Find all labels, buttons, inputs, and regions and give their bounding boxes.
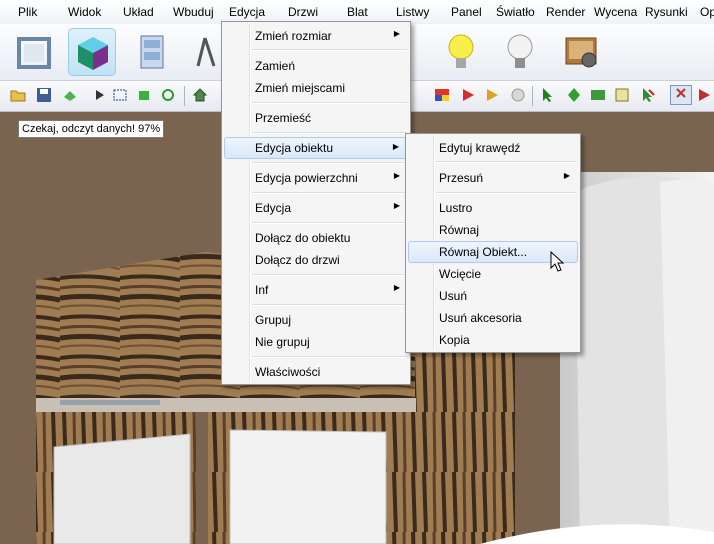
submenu-arrow-icon: ▶ (563, 171, 570, 180)
toolbar-separator (532, 86, 533, 106)
select-box-icon[interactable] (614, 87, 630, 103)
menu-wlasciwosci[interactable]: Właściwości (224, 361, 408, 383)
menu-separator (252, 274, 407, 276)
loading-tooltip: Czekaj, odczyt danych! 97% (18, 120, 165, 138)
submenu-rownaj[interactable]: Równaj (408, 219, 578, 241)
menu-separator (252, 162, 407, 164)
submenu-przesun[interactable]: Przesuń ▶ (408, 167, 578, 189)
menu-blat[interactable]: Blat (347, 5, 368, 19)
menu-separator (436, 161, 577, 163)
menu-separator (252, 192, 407, 194)
room-icon (17, 37, 51, 69)
menu-separator (252, 49, 407, 51)
room-button[interactable] (10, 28, 58, 76)
menu-edycja-powierzchni[interactable]: Edycja powierzchni ▶ (224, 167, 408, 189)
render-button[interactable] (558, 28, 606, 76)
flag-multi-icon[interactable] (484, 87, 500, 103)
photo-camera-icon (565, 37, 597, 68)
submenu-lustro[interactable]: Lustro (408, 197, 578, 219)
menu-render[interactable]: Render (546, 5, 585, 19)
flag-end-icon[interactable] (696, 87, 712, 103)
menu-separator (436, 192, 577, 194)
menu-rysunki[interactable]: Rysunki (645, 5, 688, 19)
map-icon[interactable] (590, 87, 606, 103)
diamond-icon[interactable] (566, 87, 582, 103)
menu-wbuduj[interactable]: Wbuduj (173, 5, 214, 19)
submenu-usun-akcesoria[interactable]: Usuń akcesoria (408, 307, 578, 329)
menu-edycja-obiektu[interactable]: Edycja obiektu ▶ (224, 137, 408, 159)
menu-separator (252, 132, 407, 134)
menu-drzwi[interactable]: Drzwi (288, 5, 318, 19)
color-arrow-icon[interactable] (434, 87, 450, 103)
menu-dolacz-do-drzwi[interactable]: Dołącz do drzwi (224, 249, 408, 271)
submenu-arrow-icon: ▶ (393, 201, 400, 210)
toolbar-separator (184, 86, 185, 106)
menu-edycja[interactable]: Edycja (229, 5, 265, 19)
menu-swiatlo[interactable]: Światło (496, 5, 535, 19)
bulb-on-icon (448, 34, 474, 68)
menu-edycja[interactable]: Edycja ▶ (224, 197, 408, 219)
menu-panel[interactable]: Panel (451, 5, 482, 19)
submenu-edycja-obiektu: Edytuj krawędź Przesuń ▶ Lustro Równaj Ró… (405, 133, 581, 353)
pointer-icon[interactable] (540, 87, 556, 103)
menu-przemiesc[interactable]: Przemieść (224, 107, 408, 129)
submenu-arrow-icon: ▶ (393, 283, 400, 292)
menu-inf[interactable]: Inf ▶ (224, 279, 408, 301)
play-icon[interactable] (92, 87, 108, 103)
menu-wycena[interactable]: Wycena (594, 5, 637, 19)
menu-separator (252, 356, 407, 358)
menu-nie-grupuj[interactable]: Nie grupuj (224, 331, 408, 353)
submenu-arrow-icon: ▶ (392, 142, 399, 151)
mouse-cursor-icon (550, 251, 565, 272)
menu-op[interactable]: Op (700, 5, 714, 19)
submenu-edytuj-krawedz[interactable]: Edytuj krawędź (408, 137, 578, 159)
menu-dolacz-do-obiektu[interactable]: Dołącz do obiektu (224, 227, 408, 249)
save-icon[interactable] (36, 87, 52, 103)
cabinet-icon (140, 35, 164, 69)
menu-grupuj[interactable]: Grupuj (224, 309, 408, 331)
context-menu: Zmień rozmiar ▶ Zamień Zmień miejscami Pr… (221, 21, 411, 385)
sphere-icon[interactable] (510, 87, 526, 103)
home-icon[interactable] (192, 87, 208, 103)
select-rect-icon[interactable] (112, 87, 128, 103)
menu-plik[interactable]: Plik (18, 5, 37, 19)
flag-red-icon[interactable] (460, 87, 476, 103)
submenu-arrow-icon: ▶ (393, 171, 400, 180)
menu-separator (252, 222, 407, 224)
cut-icon[interactable] (640, 87, 656, 103)
menu-uklad[interactable]: Układ (123, 5, 154, 19)
pin-icon (676, 88, 686, 98)
rotate-icon[interactable] (160, 87, 176, 103)
compass-icon (196, 37, 216, 67)
light-on-button[interactable] (438, 28, 486, 76)
menu-zamien[interactable]: Zamień (224, 55, 408, 77)
menu-widok[interactable]: Widok (68, 5, 101, 19)
cube-button[interactable] (68, 28, 116, 76)
submenu-arrow-icon: ▶ (393, 29, 400, 38)
submenu-kopia[interactable]: Kopia (408, 329, 578, 351)
light-off-button[interactable] (497, 28, 545, 76)
open-icon[interactable] (10, 87, 26, 103)
bulb-off-icon (507, 34, 533, 68)
cabinet-button[interactable] (128, 28, 176, 76)
menu-listwy[interactable]: Listwy (396, 5, 429, 19)
menu-zmien-rozmiar[interactable]: Zmień rozmiar ▶ (224, 25, 408, 47)
green-box-icon[interactable] (136, 87, 152, 103)
cube-icon (78, 37, 108, 70)
menu-zmien-miejscami[interactable]: Zmień miejscami (224, 77, 408, 99)
menu-separator (252, 304, 407, 306)
tool-active-button[interactable] (670, 85, 692, 105)
layer-icon[interactable] (62, 87, 78, 103)
submenu-usun[interactable]: Usuń (408, 285, 578, 307)
menu-separator (252, 102, 407, 104)
